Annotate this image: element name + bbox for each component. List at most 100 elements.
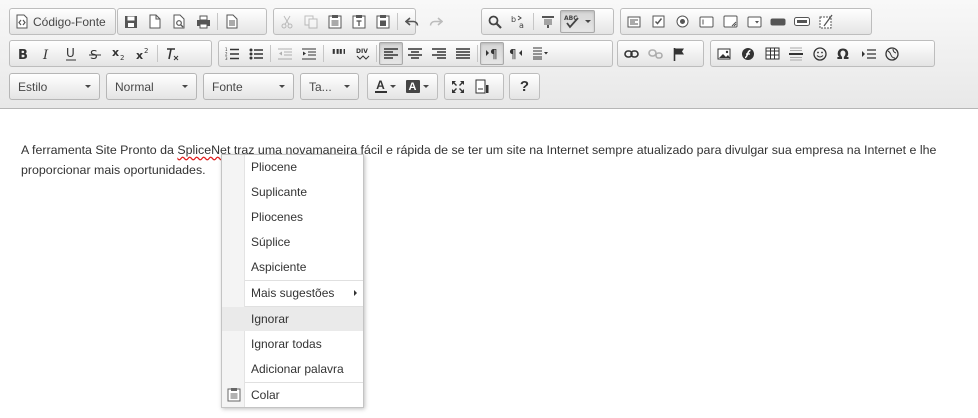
underline-button[interactable]: U	[59, 42, 83, 65]
paste-word-button[interactable]	[371, 10, 395, 33]
subscript-button[interactable]: x2	[107, 42, 131, 65]
remove-format-button[interactable]	[160, 42, 184, 65]
link-icon	[623, 49, 639, 58]
show-blocks-button[interactable]	[470, 75, 494, 98]
page-break-button[interactable]	[856, 42, 880, 65]
new-page-button[interactable]	[143, 10, 167, 33]
rtl-button[interactable]: ¶	[504, 42, 528, 65]
add-word-item[interactable]: Adicionar palavra	[222, 357, 363, 381]
unlink-button[interactable]	[643, 42, 667, 65]
font-combo[interactable]: Fonte	[203, 73, 294, 100]
radio-button-tool[interactable]	[670, 10, 694, 33]
image-button[interactable]	[712, 42, 736, 65]
image-button-field-button[interactable]	[790, 10, 814, 33]
link-button[interactable]	[619, 42, 643, 65]
numbered-list-button[interactable]: 123	[220, 42, 244, 65]
form-button[interactable]	[622, 10, 646, 33]
source-icon	[16, 14, 28, 29]
justify-button[interactable]	[451, 42, 475, 65]
more-suggestions-item[interactable]: Mais sugestões	[222, 281, 363, 305]
source-button[interactable]: Código-Fonte	[11, 10, 110, 33]
svg-text:x: x	[136, 49, 143, 60]
language-button[interactable]	[528, 42, 552, 65]
suggestion-item-1[interactable]: Pliocene	[222, 155, 363, 179]
editor-paragraph[interactable]: A ferramenta Site Pronto da SpliceNet tr…	[21, 140, 965, 180]
ignore-all-item[interactable]: Ignorar todas	[222, 332, 363, 356]
strike-button[interactable]: S	[83, 42, 107, 65]
styles-dropdown-icon	[85, 85, 91, 88]
page-break-icon	[861, 48, 876, 59]
spellcheck-button[interactable]: ABC	[560, 10, 595, 33]
italic-button[interactable]: I	[35, 42, 59, 65]
hidden-field-icon	[819, 14, 833, 29]
table-button[interactable]	[760, 42, 784, 65]
paste-text-button[interactable]	[347, 10, 371, 33]
svg-text:DIV: DIV	[356, 48, 368, 55]
special-char-button[interactable]: Ω	[832, 42, 856, 65]
show-blocks-icon	[475, 79, 489, 94]
button-field-button[interactable]	[766, 10, 790, 33]
bulleted-list-button[interactable]	[244, 42, 268, 65]
maximize-button[interactable]	[446, 75, 470, 98]
smiley-button[interactable]	[808, 42, 832, 65]
paste-item[interactable]: Colar	[222, 383, 363, 407]
editor-toolbar: Código-Fonte b a ABC B I U S x 2 x 2 1 2…	[0, 0, 978, 109]
ltr-button[interactable]: ¶	[480, 42, 504, 65]
horizontal-rule-button[interactable]	[784, 42, 808, 65]
preview-button[interactable]	[167, 10, 191, 33]
print-button[interactable]	[191, 10, 215, 33]
superscript-button[interactable]: x2	[131, 42, 155, 65]
paste-text-icon	[352, 15, 366, 29]
suggestion-item-4[interactable]: Súplice	[222, 230, 363, 254]
undo-button[interactable]	[400, 10, 424, 33]
svg-text:2: 2	[120, 54, 124, 60]
find-button[interactable]	[483, 10, 507, 33]
paste-button[interactable]	[323, 10, 347, 33]
text-field-button[interactable]	[694, 10, 718, 33]
checkbox-button[interactable]	[646, 10, 670, 33]
bold-button[interactable]: B	[11, 42, 35, 65]
iframe-icon	[885, 46, 899, 61]
div-button[interactable]: DIV	[350, 42, 374, 65]
format-combo[interactable]: Normal	[106, 73, 197, 100]
outdent-button[interactable]	[273, 42, 297, 65]
indent-button[interactable]	[297, 42, 321, 65]
bg-color-button[interactable]: A	[401, 75, 433, 98]
suggestion-item-3[interactable]: Pliocenes	[222, 205, 363, 229]
div-icon: DIV	[356, 48, 369, 60]
suggestion-item-2[interactable]: Suplicante	[222, 180, 363, 204]
redo-button[interactable]	[424, 10, 448, 33]
ignore-all-label: Ignorar todas	[251, 337, 322, 351]
suggestion-label: Suplicante	[251, 185, 308, 199]
svg-text:B: B	[18, 48, 28, 60]
align-center-button[interactable]	[403, 42, 427, 65]
image-icon	[717, 48, 731, 59]
templates-button[interactable]	[220, 10, 244, 33]
select-all-button[interactable]	[536, 10, 560, 33]
redo-icon	[429, 16, 443, 26]
iframe-button[interactable]	[880, 42, 904, 65]
font-size-combo[interactable]: Ta...	[300, 73, 359, 100]
replace-button[interactable]: ba	[507, 10, 531, 33]
spellcheck-context-menu: Pliocene Suplicante Pliocenes Súplice As…	[221, 154, 364, 408]
help-button[interactable]: ?	[513, 75, 537, 98]
textarea-button[interactable]	[718, 10, 742, 33]
copy-button[interactable]	[299, 10, 323, 33]
hidden-field-button[interactable]	[814, 10, 838, 33]
save-button[interactable]	[119, 10, 143, 33]
editor-content-area[interactable]: A ferramenta Site Pronto da SpliceNet tr…	[0, 110, 978, 418]
ltr-icon: ¶	[486, 47, 498, 60]
styles-combo[interactable]: Estilo	[9, 73, 100, 100]
blockquote-button[interactable]: ""	[326, 42, 350, 65]
suggestion-item-5[interactable]: Aspiciente	[222, 255, 363, 279]
flash-button[interactable]	[736, 42, 760, 65]
bold-icon: B	[18, 48, 28, 60]
svg-text:b: b	[511, 15, 516, 24]
cut-button[interactable]	[275, 10, 299, 33]
select-field-button[interactable]	[742, 10, 766, 33]
text-color-button[interactable]: A	[369, 75, 401, 98]
ignore-item[interactable]: Ignorar	[222, 307, 363, 331]
align-left-button[interactable]	[379, 42, 403, 65]
align-right-button[interactable]	[427, 42, 451, 65]
anchor-button[interactable]	[667, 42, 691, 65]
